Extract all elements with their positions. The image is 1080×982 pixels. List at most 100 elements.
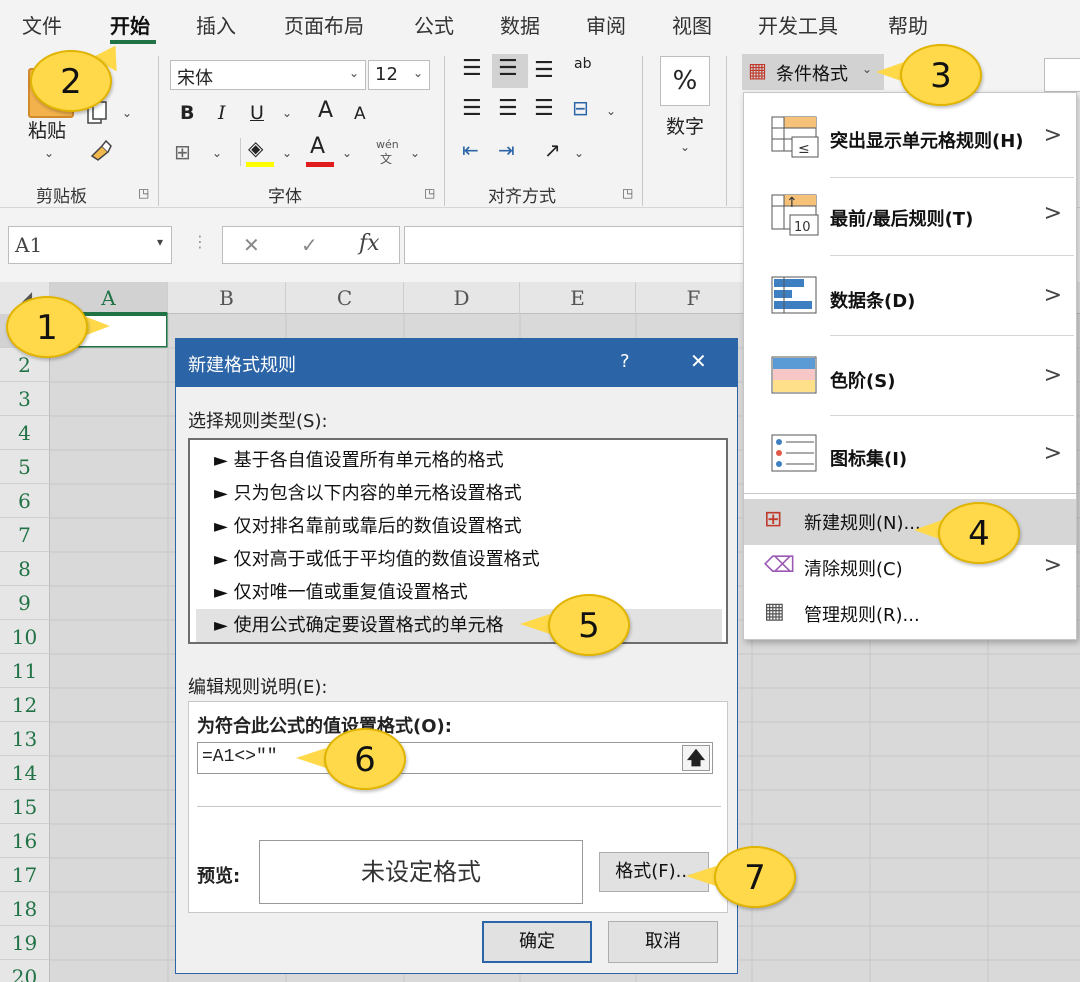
italic-button[interactable]: I [218, 102, 226, 124]
tab-review[interactable]: 审阅 [586, 10, 626, 39]
ok-button[interactable]: 确定 [482, 921, 592, 963]
merge-chevron-icon[interactable]: ⌄ [606, 104, 616, 118]
row-header-7[interactable]: 7 [0, 518, 50, 552]
phonetic-bottom-text[interactable]: 文 [380, 150, 392, 167]
number-button[interactable]: 数字 [666, 112, 704, 139]
row-header-6[interactable]: 6 [0, 484, 50, 518]
name-box[interactable]: A1 ▾ [8, 226, 172, 264]
menu-item-new-rule[interactable]: ⊞ 新建规则(N)... [744, 499, 1076, 545]
rule-type-item[interactable]: ► 仅对排名靠前或靠后的数值设置格式 [196, 510, 722, 543]
paste-button[interactable]: 粘贴 [28, 116, 66, 143]
row-header-5[interactable]: 5 [0, 450, 50, 484]
formula-input-field[interactable]: =A1<>"" 🡅 [197, 742, 713, 774]
rule-type-item[interactable]: ► 仅对高于或低于平均值的数值设置格式 [196, 543, 722, 576]
conditional-format-button[interactable]: ▦ 条件格式 ⌄ [742, 54, 884, 90]
row-header-3[interactable]: 3 [0, 382, 50, 416]
text-direction-chevron-icon[interactable]: ⌄ [574, 146, 584, 160]
menu-item-data-bars[interactable]: 数据条(D) > [744, 261, 1076, 339]
row-header-16[interactable]: 16 [0, 824, 50, 858]
row-header-19[interactable]: 19 [0, 926, 50, 960]
row-header-13[interactable]: 13 [0, 722, 50, 756]
help-button[interactable]: ? [620, 351, 630, 372]
row-header-15[interactable]: 15 [0, 790, 50, 824]
text-direction-icon[interactable]: ↗ [544, 138, 561, 162]
tab-data[interactable]: 数据 [500, 10, 540, 39]
column-header-d[interactable]: D [404, 282, 520, 314]
cancel-entry-icon[interactable]: ✕ [243, 233, 260, 257]
bold-button[interactable]: B [180, 102, 194, 124]
orientation-icon[interactable]: ab [574, 56, 591, 72]
tab-help[interactable]: 帮助 [888, 10, 928, 39]
rule-type-item-selected[interactable]: ► 使用公式确定要设置格式的单元格 [196, 609, 722, 642]
font-name-select[interactable]: 宋体 ⌄ [170, 60, 366, 90]
row-header-4[interactable]: 4 [0, 416, 50, 450]
underline-button[interactable]: U [250, 102, 264, 124]
row-header-9[interactable]: 9 [0, 586, 50, 620]
row-header-11[interactable]: 11 [0, 654, 50, 688]
fill-color-icon[interactable]: ◈ [248, 136, 263, 160]
formula-input[interactable] [404, 226, 744, 264]
paste-dropdown-chevron-icon[interactable]: ⌄ [44, 146, 54, 160]
align-top-icon[interactable]: ☰ [462, 56, 482, 81]
column-header-e[interactable]: E [520, 282, 636, 314]
tab-insert[interactable]: 插入 [196, 10, 236, 39]
cancel-button[interactable]: 取消 [608, 921, 718, 963]
tab-page-layout[interactable]: 页面布局 [284, 10, 364, 39]
row-header-10[interactable]: 10 [0, 620, 50, 654]
format-painter-icon[interactable] [88, 138, 114, 162]
underline-chevron-icon[interactable]: ⌄ [282, 106, 292, 120]
align-middle-icon[interactable]: ☰ [498, 56, 518, 81]
align-bottom-icon[interactable]: ☰ [534, 58, 554, 83]
number-format-icon[interactable]: % [660, 56, 710, 106]
phonetic-chevron-icon[interactable]: ⌄ [410, 146, 420, 160]
rule-type-list[interactable]: ► 基于各自值设置所有单元格的格式 ► 只为包含以下内容的单元格设置格式 ► 仅… [188, 438, 728, 644]
tab-developer[interactable]: 开发工具 [758, 10, 838, 39]
enter-entry-icon[interactable]: ✓ [301, 233, 318, 257]
menu-item-manage-rules[interactable]: ▦ 管理规则(R)... [744, 591, 1076, 637]
rule-type-item[interactable]: ► 基于各自值设置所有单元格的格式 [196, 444, 722, 477]
rule-type-item[interactable]: ► 仅对唯一值或重复值设置格式 [196, 576, 722, 609]
row-header-18[interactable]: 18 [0, 892, 50, 926]
menu-item-highlight-rules[interactable]: ≤ 突出显示单元格规则(H) > [744, 101, 1076, 179]
font-color-icon[interactable]: A [310, 134, 325, 159]
font-color-chevron-icon[interactable]: ⌄ [342, 146, 352, 160]
search-icon[interactable] [1044, 58, 1080, 92]
align-left-icon[interactable]: ☰ [462, 96, 482, 121]
collapse-dialog-icon[interactable]: 🡅 [682, 745, 710, 771]
border-chevron-icon[interactable]: ⌄ [212, 146, 222, 160]
row-header-20[interactable]: 20 [0, 960, 50, 982]
insert-function-icon[interactable]: fx [359, 231, 380, 256]
increase-indent-icon[interactable]: ⇥ [498, 138, 515, 162]
tab-formulas[interactable]: 公式 [414, 10, 454, 39]
row-header-17[interactable]: 17 [0, 858, 50, 892]
copy-dropdown-chevron-icon[interactable]: ⌄ [122, 106, 132, 120]
rule-type-item[interactable]: ► 只为包含以下内容的单元格设置格式 [196, 477, 722, 510]
align-center-icon[interactable]: ☰ [498, 96, 518, 121]
font-size-select[interactable]: 12 ⌄ [368, 60, 430, 90]
clipboard-launcher-icon[interactable]: ◳ [138, 186, 149, 200]
menu-item-top-bottom-rules[interactable]: ↑ 10 最前/最后规则(T) > [744, 179, 1076, 257]
row-header-14[interactable]: 14 [0, 756, 50, 790]
close-icon[interactable]: ✕ [690, 349, 707, 373]
dialog-title-bar[interactable]: 新建格式规则 ? ✕ [176, 339, 737, 387]
fill-color-chevron-icon[interactable]: ⌄ [282, 146, 292, 160]
column-header-f[interactable]: F [636, 282, 752, 314]
row-header-12[interactable]: 12 [0, 688, 50, 722]
number-chevron-icon[interactable]: ⌄ [680, 140, 690, 154]
menu-item-clear-rules[interactable]: ⌫ 清除规则(C) > [744, 545, 1076, 591]
row-header-8[interactable]: 8 [0, 552, 50, 586]
tab-file[interactable]: 文件 [22, 10, 62, 39]
alignment-launcher-icon[interactable]: ◳ [622, 186, 633, 200]
column-header-c[interactable]: C [286, 282, 404, 314]
shrink-font-button[interactable]: A [354, 104, 366, 124]
menu-item-icon-sets[interactable]: 图标集(I) > [744, 419, 1076, 497]
tab-view[interactable]: 视图 [672, 10, 712, 39]
menu-item-color-scales[interactable]: 色阶(S) > [744, 341, 1076, 419]
align-right-icon[interactable]: ☰ [534, 96, 554, 121]
tab-home[interactable]: 开始 [110, 10, 150, 39]
border-icon[interactable]: ⊞ [174, 140, 191, 164]
grow-font-button[interactable]: A [318, 98, 333, 123]
decrease-indent-icon[interactable]: ⇤ [462, 138, 479, 162]
font-launcher-icon[interactable]: ◳ [424, 186, 435, 200]
merge-center-icon[interactable]: ⊟ [572, 96, 589, 120]
